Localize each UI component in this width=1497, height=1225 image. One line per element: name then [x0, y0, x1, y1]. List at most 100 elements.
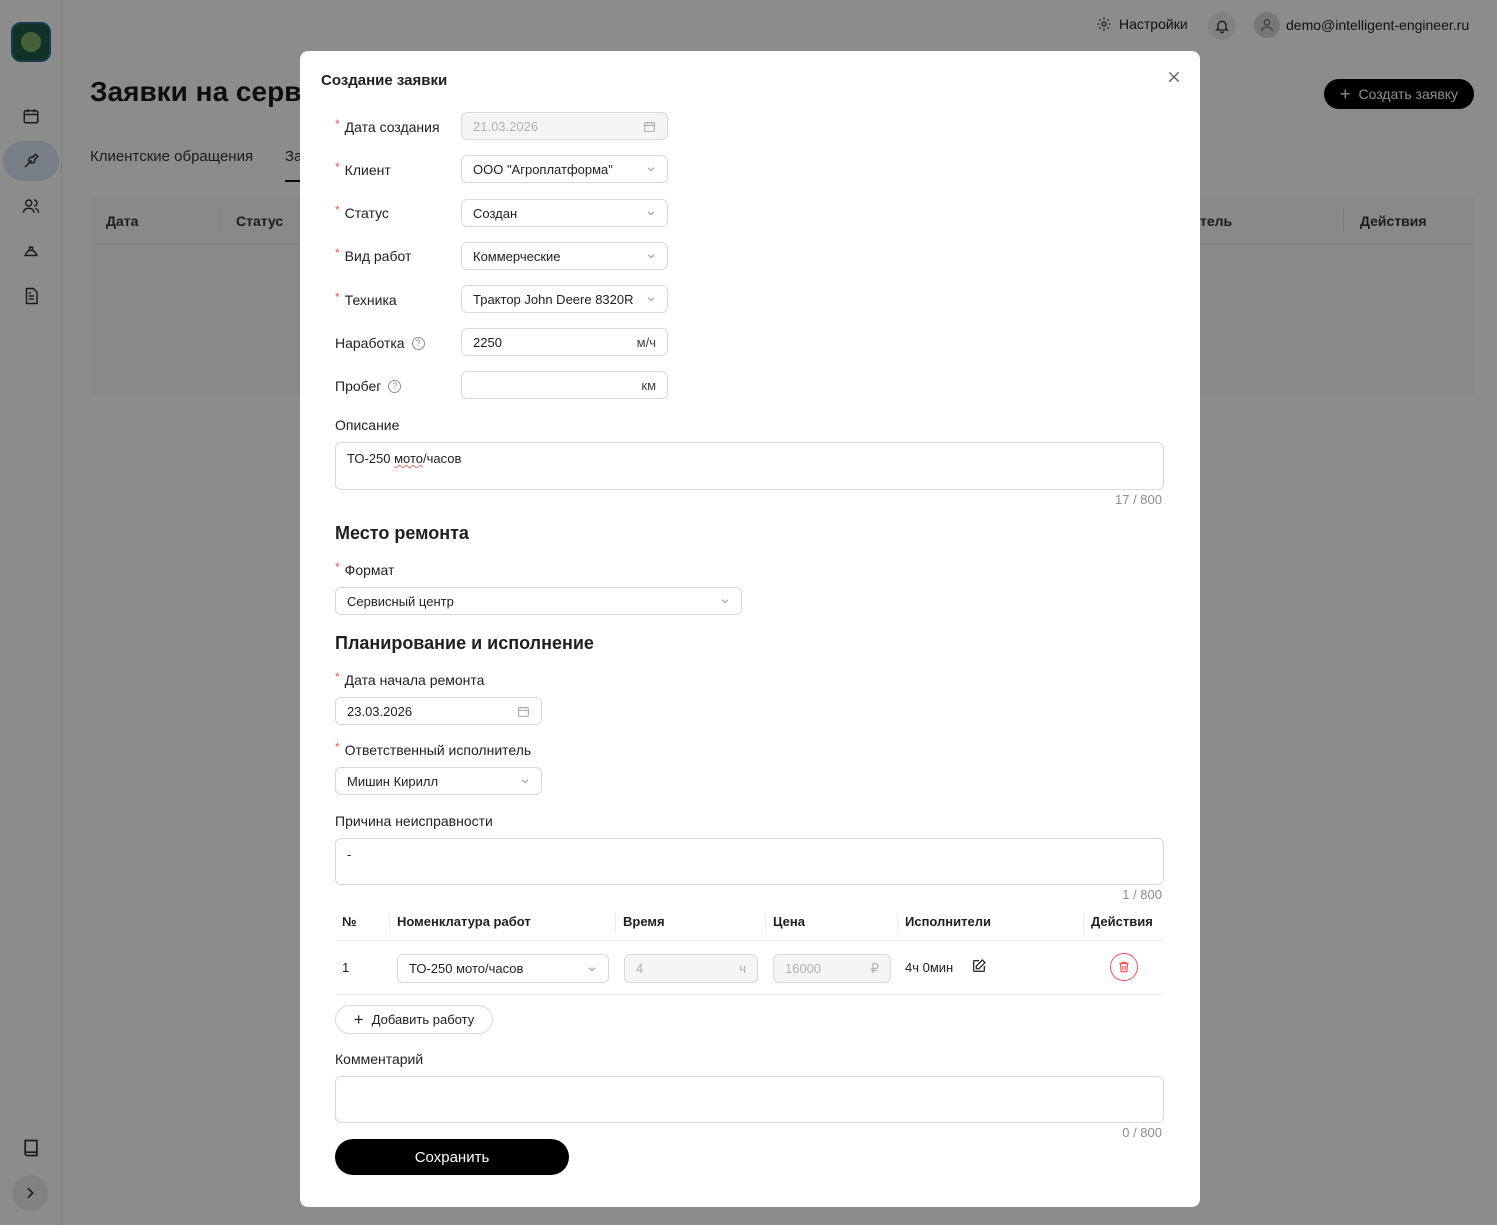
status-value: Создан	[473, 205, 518, 221]
created-date-field: 21.03.2026	[461, 112, 668, 140]
format-label: * Формат	[335, 560, 395, 578]
column-separator	[765, 913, 766, 933]
comment-textarea[interactable]	[335, 1076, 1164, 1123]
required-marker: *	[335, 117, 340, 131]
machinery-label: * Техника	[335, 290, 397, 308]
planning-title: Планирование и исполнение	[335, 633, 594, 653]
fault-reason-textarea[interactable]: -	[335, 838, 1164, 885]
edit-icon[interactable]	[971, 958, 987, 974]
required-marker: *	[335, 670, 340, 684]
created-date-label: * Дата создания	[335, 117, 440, 135]
description-textarea[interactable]: ТО-250 мото/часов	[335, 442, 1164, 490]
repair-place-title: Место ремонта	[335, 523, 469, 543]
required-marker: *	[335, 290, 340, 304]
work-price-currency: ₽	[870, 960, 879, 976]
calendar-icon	[644, 121, 655, 132]
work-price-value: 16000	[785, 961, 822, 976]
format-select[interactable]: Сервисный центр	[335, 587, 742, 615]
column-executors: Исполнители	[905, 914, 991, 929]
column-time: Время	[623, 914, 665, 929]
question-circle-icon[interactable]: ?	[388, 379, 402, 393]
work-nomenclature-select[interactable]: ТО-250 мото/часов	[397, 954, 609, 983]
create-request-modal: Создание заявки * Дата создания 21.03.20…	[300, 51, 1200, 1207]
modal-title: Создание заявки	[321, 72, 448, 89]
client-label: * Клиент	[335, 160, 391, 178]
description-text: ТО-250	[347, 451, 395, 466]
required-marker: *	[335, 160, 340, 174]
column-separator	[389, 913, 390, 933]
mileage-input[interactable]: км	[461, 371, 668, 399]
delete-work-button[interactable]	[1110, 953, 1138, 981]
trash-icon	[1119, 961, 1129, 973]
work-price-input: 16000 ₽	[773, 954, 891, 983]
status-label-text: Статус	[344, 205, 389, 221]
mileage-label: Пробег ?	[335, 378, 402, 394]
column-separator	[615, 913, 616, 933]
mileage-unit: км	[641, 377, 656, 393]
works-table-header: № Номенклатура работ Время Цена Исполнит…	[335, 907, 1164, 941]
work-time-input: 4 ч	[624, 954, 758, 983]
column-price: Цена	[773, 914, 805, 929]
work-type-label: * Вид работ	[335, 246, 412, 264]
required-marker: *	[335, 560, 340, 574]
client-label-text: Клиент	[344, 162, 391, 178]
work-type-select[interactable]: Коммерческие	[461, 242, 668, 270]
add-work-label: Добавить работу	[371, 1012, 475, 1027]
table-row: 1 ТО-250 мото/часов 4 ч 16000 ₽ 4ч 0мин	[335, 942, 1164, 995]
executor-label-text: Ответственный исполнитель	[344, 742, 532, 758]
operating-hours-input[interactable]: 2250 м/ч	[461, 328, 668, 356]
column-separator	[1083, 913, 1084, 933]
work-type-label-text: Вид работ	[344, 248, 412, 264]
created-date-label-text: Дата создания	[344, 119, 440, 135]
operating-hours-value: 2250	[473, 334, 502, 350]
format-label-text: Формат	[344, 562, 395, 578]
format-value: Сервисный центр	[347, 593, 454, 609]
start-date-label: * Дата начала ремонта	[335, 670, 484, 688]
chevron-down-icon	[647, 297, 655, 302]
calendar-icon	[518, 706, 529, 717]
row-number: 1	[342, 960, 350, 975]
executor-value: Мишин Кирилл	[347, 773, 439, 789]
column-actions: Действия	[1091, 914, 1153, 929]
close-icon	[1168, 71, 1180, 83]
chevron-down-icon	[521, 779, 529, 784]
chevron-down-icon	[647, 211, 655, 216]
fault-reason-counter: 1 / 800	[1122, 887, 1162, 902]
plus-icon: +	[353, 1010, 364, 1029]
column-number: №	[342, 914, 357, 929]
close-button[interactable]	[1164, 67, 1184, 87]
work-time-unit: ч	[739, 961, 746, 976]
status-select[interactable]: Создан	[461, 199, 668, 227]
description-counter: 17 / 800	[1115, 492, 1162, 507]
machinery-label-text: Техника	[344, 292, 397, 308]
start-date-value: 23.03.2026	[347, 703, 413, 719]
client-select[interactable]: ООО "Агроплатформа"	[461, 155, 668, 183]
created-date-value: 21.03.2026	[473, 118, 539, 134]
required-marker: *	[335, 203, 340, 217]
work-executors-value: 4ч 0мин	[905, 960, 954, 975]
description-label: Описание	[335, 417, 400, 433]
work-time-value: 4	[636, 961, 644, 976]
chevron-down-icon	[647, 167, 655, 172]
work-nomenclature-value: ТО-250 мото/часов	[409, 961, 524, 976]
add-work-button[interactable]: + Добавить работу	[335, 1005, 493, 1034]
operating-hours-unit: м/ч	[636, 334, 656, 350]
operating-hours-label-text: Наработка	[335, 335, 405, 351]
work-type-value: Коммерческие	[473, 248, 561, 264]
chevron-down-icon	[647, 254, 655, 259]
fault-reason-text: -	[347, 847, 352, 862]
column-works-nomenclature: Номенклатура работ	[397, 914, 531, 929]
client-value: ООО "Агроплатформа"	[473, 161, 613, 177]
question-circle-icon[interactable]: ?	[411, 336, 425, 350]
comment-label: Комментарий	[335, 1051, 424, 1067]
machinery-value: Трактор John Deere 8320R	[473, 291, 634, 307]
required-marker: *	[335, 246, 340, 260]
comment-counter: 0 / 800	[1122, 1125, 1162, 1140]
executor-label: * Ответственный исполнитель	[335, 740, 532, 758]
executor-select[interactable]: Мишин Кирилл	[335, 767, 542, 795]
machinery-select[interactable]: Трактор John Deere 8320R	[461, 285, 668, 313]
chevron-down-icon	[721, 599, 729, 604]
save-button[interactable]: Сохранить	[335, 1139, 569, 1175]
start-date-picker[interactable]: 23.03.2026	[335, 697, 542, 725]
status-label: * Статус	[335, 203, 389, 221]
